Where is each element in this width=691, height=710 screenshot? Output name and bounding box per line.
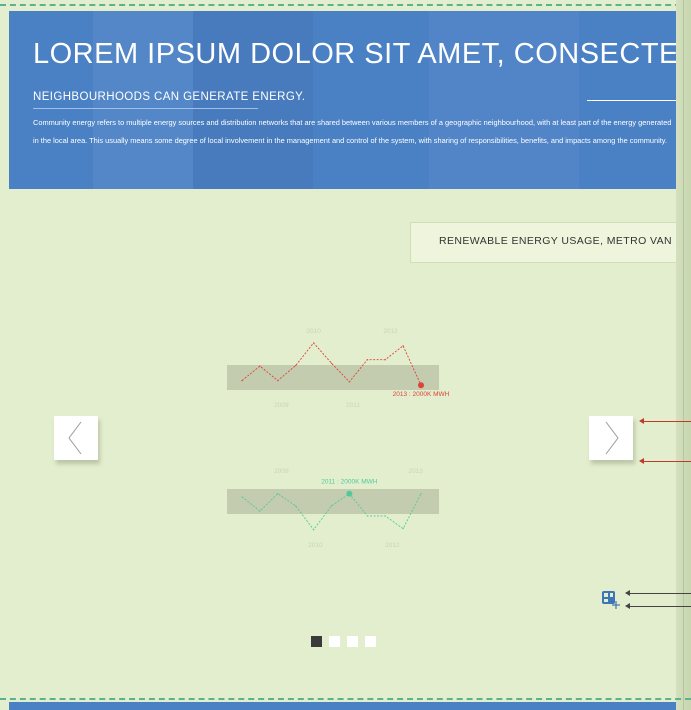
data-point: [277, 493, 279, 495]
data-point: [402, 345, 404, 347]
data-point: [366, 515, 368, 517]
data-label: 2011 : 2000K MWH: [321, 479, 378, 486]
data-point: [241, 380, 243, 382]
data-point: [348, 381, 350, 383]
data-point: [313, 342, 315, 344]
data-label: 2013 : 2000K MWH: [393, 391, 450, 398]
energy-charts: 2010 2012 2009 2011 2013 : 2000K MWH 2009 2013…: [227, 328, 450, 549]
data-point: [295, 364, 297, 367]
data-point: [259, 510, 261, 512]
tick-label: 2012: [385, 542, 400, 549]
tick-label: 2010: [306, 328, 321, 335]
data-point: [384, 515, 386, 517]
data-point: [366, 359, 368, 361]
data-point: [420, 493, 422, 495]
next-section-banner: [9, 702, 676, 710]
data-point: [295, 505, 297, 507]
tick-label: 2012: [383, 328, 398, 335]
bottom-dashed-border: [0, 698, 691, 700]
data-point: [330, 505, 333, 507]
tick-label: 2013: [408, 468, 423, 475]
data-point: [330, 362, 333, 364]
data-point: [277, 380, 279, 382]
data-point: [241, 496, 243, 498]
data-point: [313, 529, 315, 531]
highlight-marker: [346, 490, 353, 497]
tick-label: 2009: [274, 468, 289, 475]
data-point: [402, 528, 404, 530]
tick-label: 2010: [308, 542, 323, 549]
tick-label: 2011: [346, 402, 360, 409]
data-point: [259, 365, 261, 367]
chart-band: [227, 365, 439, 390]
highlight-marker: [418, 382, 424, 389]
data-point: [384, 359, 386, 361]
tick-label: 2009: [274, 402, 289, 409]
